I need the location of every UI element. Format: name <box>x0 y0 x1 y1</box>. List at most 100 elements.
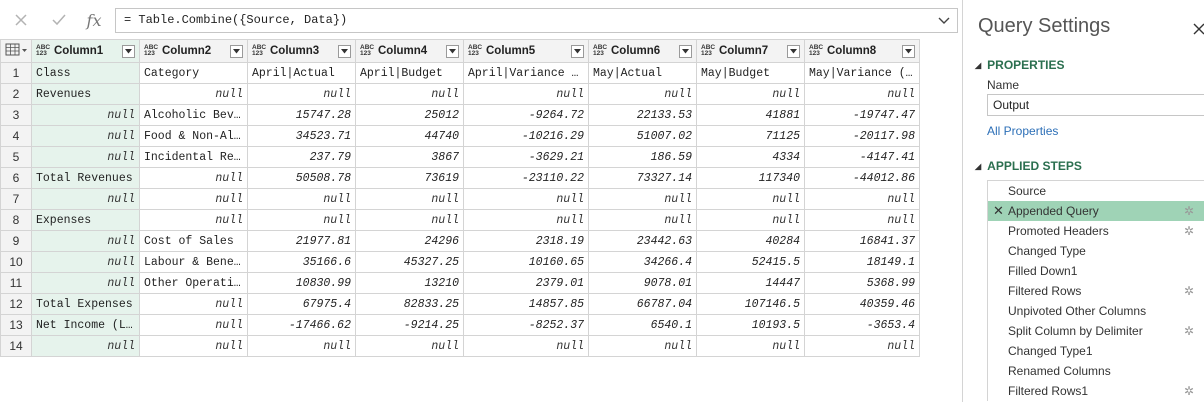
table-cell[interactable]: 23442.63 <box>588 230 697 252</box>
table-cell[interactable]: null <box>139 167 248 189</box>
applied-step[interactable]: Promoted Headers ✲ <box>988 221 1204 241</box>
table-cell[interactable]: -17466.62 <box>247 314 356 336</box>
table-cell[interactable]: 22133.53 <box>588 104 697 126</box>
table-cell[interactable]: 40284 <box>696 230 805 252</box>
table-cell[interactable]: null <box>696 335 805 357</box>
table-cell[interactable]: 107146.5 <box>696 293 805 315</box>
column-header[interactable]: ABC 123 Column1 <box>31 39 140 63</box>
properties-section-header[interactable]: ◢ PROPERTIES <box>975 58 1065 72</box>
row-number[interactable]: 6 <box>0 167 32 189</box>
table-cell[interactable]: April|Actual <box>247 62 356 84</box>
table-cell[interactable]: null <box>804 209 920 231</box>
row-number[interactable]: 9 <box>0 230 32 252</box>
row-number[interactable]: 1 <box>0 62 32 84</box>
table-cell[interactable]: 51007.02 <box>588 125 697 147</box>
table-cell[interactable]: 34523.71 <box>247 125 356 147</box>
table-cell[interactable]: 6540.1 <box>588 314 697 336</box>
table-cell[interactable]: 10193.5 <box>696 314 805 336</box>
row-number[interactable]: 3 <box>0 104 32 126</box>
table-cell[interactable]: 9078.01 <box>588 272 697 294</box>
type-any-icon[interactable]: ABC 123 <box>252 44 266 58</box>
table-cell[interactable]: null <box>31 146 140 168</box>
row-number[interactable]: 2 <box>0 83 32 105</box>
table-cell[interactable]: null <box>31 188 140 210</box>
column-header[interactable]: ABC 123 Column2 <box>139 39 248 63</box>
fx-icon[interactable]: fx <box>83 10 105 30</box>
table-cell[interactable]: null <box>139 209 248 231</box>
filter-dropdown-button[interactable] <box>230 44 243 58</box>
table-cell[interactable]: -23110.22 <box>463 167 589 189</box>
table-cell[interactable]: Category <box>139 62 248 84</box>
table-cell[interactable]: 66787.04 <box>588 293 697 315</box>
row-number[interactable]: 7 <box>0 188 32 210</box>
table-cell[interactable]: Revenues <box>31 83 140 105</box>
table-cell[interactable]: null <box>247 209 356 231</box>
table-cell[interactable]: null <box>355 83 464 105</box>
row-number[interactable]: 5 <box>0 146 32 168</box>
table-cell[interactable]: -10216.29 <box>463 125 589 147</box>
formula-input[interactable]: = Table.Combine({Source, Data}) <box>115 8 958 33</box>
table-cell[interactable]: -19747.47 <box>804 104 920 126</box>
type-any-icon[interactable]: ABC 123 <box>144 44 158 58</box>
table-cell[interactable]: null <box>139 335 248 357</box>
table-cell[interactable]: null <box>247 335 356 357</box>
table-cell[interactable]: Cost of Sales <box>139 230 248 252</box>
table-cell[interactable]: 117340 <box>696 167 805 189</box>
applied-step[interactable]: Changed Type <box>988 241 1204 261</box>
table-cell[interactable]: 2318.19 <box>463 230 589 252</box>
table-cell[interactable]: -3653.4 <box>804 314 920 336</box>
table-cell[interactable]: 73619 <box>355 167 464 189</box>
table-cell[interactable]: null <box>804 188 920 210</box>
table-cell[interactable]: 16841.37 <box>804 230 920 252</box>
row-number[interactable]: 4 <box>0 125 32 147</box>
type-any-icon[interactable]: ABC 123 <box>701 44 715 58</box>
table-cell[interactable]: 2379.01 <box>463 272 589 294</box>
table-cell[interactable]: null <box>588 335 697 357</box>
query-name-field[interactable] <box>987 94 1204 116</box>
table-cell[interactable]: April|Variance … <box>463 62 589 84</box>
table-cell[interactable]: 71125 <box>696 125 805 147</box>
filter-dropdown-button[interactable] <box>338 44 351 58</box>
table-cell[interactable]: May|Budget <box>696 62 805 84</box>
row-number[interactable]: 14 <box>0 335 32 357</box>
applied-step[interactable]: Filtered Rows1 ✲ <box>988 381 1204 401</box>
filter-dropdown-button[interactable] <box>679 44 692 58</box>
table-cell[interactable]: 25012 <box>355 104 464 126</box>
table-cell[interactable]: null <box>139 293 248 315</box>
table-cell[interactable]: 13210 <box>355 272 464 294</box>
table-cell[interactable]: null <box>139 314 248 336</box>
table-menu-button[interactable] <box>0 39 32 63</box>
table-cell[interactable]: null <box>355 209 464 231</box>
table-cell[interactable]: 41881 <box>696 104 805 126</box>
table-cell[interactable]: null <box>139 83 248 105</box>
table-cell[interactable]: null <box>31 104 140 126</box>
gear-icon[interactable]: ✲ <box>1184 381 1194 401</box>
check-icon[interactable] <box>48 10 70 30</box>
applied-step[interactable]: ✕ Appended Query ✲ <box>988 201 1204 221</box>
row-number[interactable]: 12 <box>0 293 32 315</box>
table-cell[interactable]: null <box>463 83 589 105</box>
gear-icon[interactable]: ✲ <box>1184 281 1194 301</box>
type-any-icon[interactable]: ABC 123 <box>468 44 482 58</box>
applied-step[interactable]: Filled Down1 <box>988 261 1204 281</box>
table-cell[interactable]: null <box>588 188 697 210</box>
table-cell[interactable]: -3629.21 <box>463 146 589 168</box>
chevron-down-icon[interactable] <box>937 14 951 28</box>
filter-dropdown-button[interactable] <box>571 44 584 58</box>
filter-dropdown-button[interactable] <box>122 44 135 58</box>
table-cell[interactable]: Alcoholic Bev… <box>139 104 248 126</box>
table-cell[interactable]: 4334 <box>696 146 805 168</box>
table-cell[interactable]: 237.79 <box>247 146 356 168</box>
table-cell[interactable]: null <box>696 209 805 231</box>
table-cell[interactable]: May|Variance (… <box>804 62 920 84</box>
table-cell[interactable]: 15747.28 <box>247 104 356 126</box>
table-cell[interactable]: 45327.25 <box>355 251 464 273</box>
table-cell[interactable]: 18149.1 <box>804 251 920 273</box>
table-cell[interactable]: null <box>696 83 805 105</box>
table-cell[interactable]: April|Budget <box>355 62 464 84</box>
table-cell[interactable]: 10830.99 <box>247 272 356 294</box>
table-cell[interactable]: null <box>588 209 697 231</box>
table-cell[interactable]: null <box>463 335 589 357</box>
table-cell[interactable]: 3867 <box>355 146 464 168</box>
filter-dropdown-button[interactable] <box>446 44 459 58</box>
